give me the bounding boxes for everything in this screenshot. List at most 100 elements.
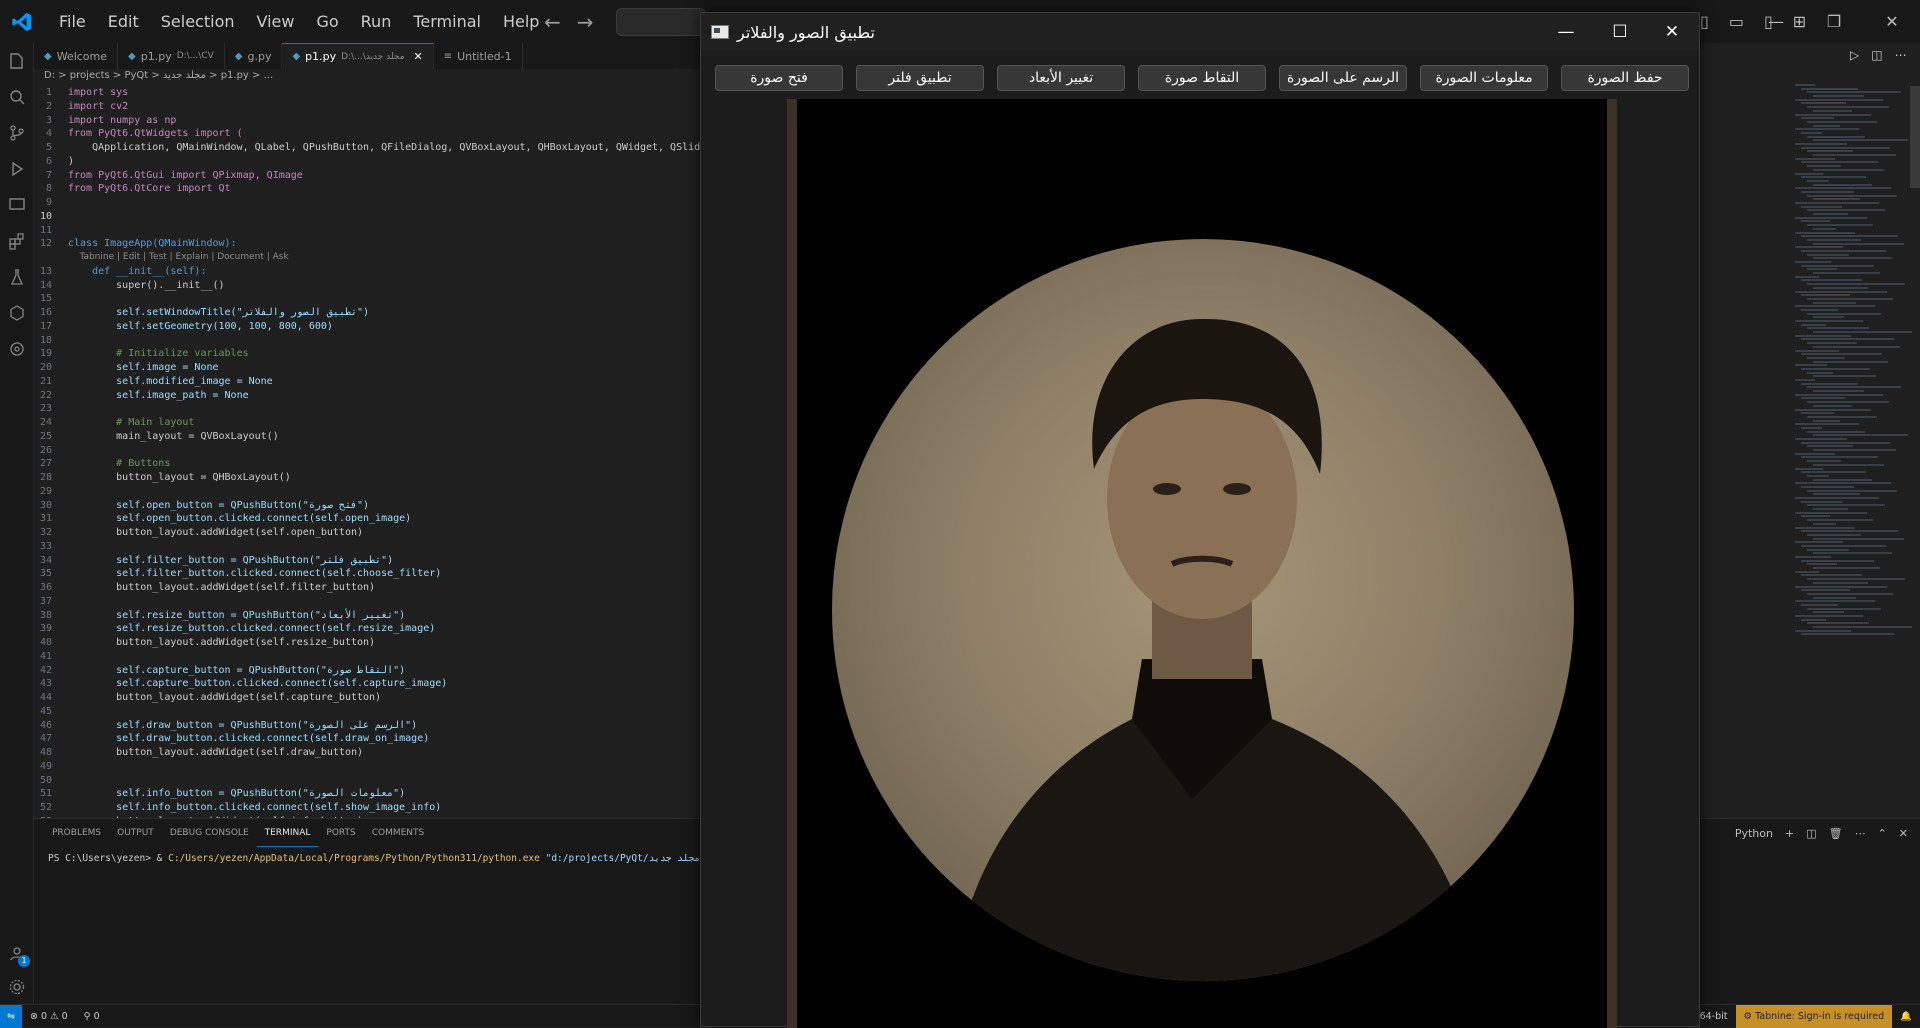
menu-run[interactable]: Run <box>350 0 403 43</box>
code-line[interactable]: 27 # Buttons <box>34 457 700 471</box>
code-line[interactable]: 25 main_layout = QVBoxLayout() <box>34 430 700 444</box>
tabnine-status[interactable]: ⚙ Tabnine: Sign-in is required <box>1735 1005 1893 1028</box>
split-terminal-icon[interactable]: ◫ <box>1806 827 1816 840</box>
code-line[interactable]: 22 self.image_path = None <box>34 389 700 403</box>
code-line[interactable]: Tabnine | Edit | Test | Explain | Docume… <box>34 251 700 265</box>
code-line[interactable]: 37 <box>34 595 700 609</box>
tab-p1-cv[interactable]: ◆ p1.py D:\...\CV <box>118 43 225 69</box>
code-line[interactable]: 47 self.draw_button.clicked.connect(self… <box>34 732 700 746</box>
code-line[interactable]: 39 self.resize_button.clicked.connect(se… <box>34 622 700 636</box>
run-python-icon[interactable]: ▷ <box>1850 48 1859 62</box>
code-line[interactable]: 45 <box>34 705 700 719</box>
notifications-bell-icon[interactable]: 🔔 <box>1892 1011 1920 1022</box>
apply-filter-button[interactable]: تطبيق فلتر <box>856 65 984 91</box>
panel-tab-comments[interactable]: COMMENTS <box>364 819 433 847</box>
editor-scrollbar[interactable] <box>1910 86 1920 188</box>
code-line[interactable]: 9 <box>34 196 700 210</box>
code-line[interactable]: 26 <box>34 444 700 458</box>
source-control-icon[interactable] <box>0 115 34 151</box>
draw-on-image-button[interactable]: الرسم على الصورة <box>1279 65 1407 91</box>
qt-maximize-icon[interactable]: ☐ <box>1591 13 1649 51</box>
search-icon[interactable] <box>0 79 34 115</box>
code-line[interactable]: 29 <box>34 485 700 499</box>
run-debug-icon[interactable] <box>0 151 34 187</box>
vscode-restore-icon[interactable]: ❐ <box>1808 0 1860 43</box>
vscode-close-icon[interactable]: ✕ <box>1866 0 1918 43</box>
code-line[interactable]: 38 self.resize_button = QPushButton("تغي… <box>34 609 700 623</box>
code-line[interactable]: 44 button_layout.addWidget(self.capture_… <box>34 691 700 705</box>
menu-selection[interactable]: Selection <box>150 0 246 43</box>
code-line[interactable]: 50 <box>34 774 700 788</box>
code-line[interactable]: 41 <box>34 650 700 664</box>
code-line[interactable]: 46 self.draw_button = QPushButton("الرسم… <box>34 719 700 733</box>
more-icon[interactable]: ⋯ <box>1855 827 1866 840</box>
code-line[interactable]: 3 import numpy as np <box>34 114 700 128</box>
tab-untitled[interactable]: ≡ Untitled-1 <box>434 43 523 69</box>
remote-indicator-icon[interactable]: ⇋ <box>0 1004 22 1028</box>
code-line[interactable]: 15 <box>34 292 700 306</box>
panel-tab-output[interactable]: OUTPUT <box>109 819 162 847</box>
code-line[interactable]: 14 super().__init__() <box>34 279 700 293</box>
explorer-icon[interactable] <box>0 43 34 79</box>
code-line[interactable]: 2 import cv2 <box>34 100 700 114</box>
code-line[interactable]: 8 from PyQt6.QtCore import Qt <box>34 182 700 196</box>
command-center-search[interactable] <box>616 8 706 36</box>
toggle-panel-icon[interactable]: ▭ <box>1729 12 1744 31</box>
code-line[interactable]: 12 class ImageApp(QMainWindow): <box>34 237 700 251</box>
code-line[interactable]: 30 self.open_button = QPushButton("فتح ص… <box>34 499 700 513</box>
breadcrumb[interactable]: D: > projects > PyQt > مجلد جديد > p1.py… <box>44 70 273 86</box>
code-line[interactable]: 51 self.info_button = QPushButton("معلوم… <box>34 787 700 801</box>
code-line[interactable]: 28 button_layout = QHBoxLayout() <box>34 471 700 485</box>
ai-assistant-icon[interactable] <box>0 331 34 367</box>
code-line[interactable]: 20 self.image = None <box>34 361 700 375</box>
code-line[interactable]: 33 <box>34 540 700 554</box>
close-panel-icon[interactable]: ✕ <box>1899 827 1908 840</box>
code-line[interactable]: 17 self.setGeometry(100, 100, 800, 600) <box>34 320 700 334</box>
code-line[interactable]: 7 from PyQt6.QtGui import QPixmap, QImage <box>34 169 700 183</box>
trash-icon[interactable]: 🗑 <box>1829 827 1843 840</box>
tab-g-py[interactable]: ◆ g.py <box>225 43 283 69</box>
remote-explorer-icon[interactable] <box>0 187 34 223</box>
toggle-primary-sidebar-icon[interactable]: ▯ <box>1700 12 1709 31</box>
code-line[interactable]: 1 import sys <box>34 86 700 100</box>
testing-icon[interactable] <box>0 259 34 295</box>
python-shell-label[interactable]: Python <box>1735 827 1773 840</box>
problems-status[interactable]: ⊗ 0 ⚠ 0 <box>22 1011 76 1022</box>
codelens-actions[interactable]: Tabnine | Edit | Test | Explain | Docume… <box>66 251 288 265</box>
code-line[interactable]: 24 # Main layout <box>34 416 700 430</box>
panel-tab-debug-console[interactable]: DEBUG CONSOLE <box>162 819 257 847</box>
menu-go[interactable]: Go <box>305 0 349 43</box>
panel-tab-ports[interactable]: PORTS <box>318 819 363 847</box>
code-line[interactable]: 35 self.filter_button.clicked.connect(se… <box>34 567 700 581</box>
menu-view[interactable]: View <box>246 0 306 43</box>
code-editor[interactable]: 1 import sys 2 import cv2 3 import numpy as n… <box>34 86 700 818</box>
panel-tab-terminal[interactable]: TERMINAL <box>256 819 319 847</box>
code-line[interactable]: 43 self.capture_button.clicked.connect(s… <box>34 677 700 691</box>
settings-gear-icon[interactable] <box>0 969 34 1005</box>
qt-minimize-icon[interactable]: — <box>1537 13 1595 51</box>
code-line[interactable]: 49 <box>34 760 700 774</box>
code-line[interactable]: 18 <box>34 334 700 348</box>
code-line[interactable]: 42 self.capture_button = QPushButton("ال… <box>34 664 700 678</box>
extensions-icon[interactable] <box>0 223 34 259</box>
code-line[interactable]: 31 self.open_button.clicked.connect(self… <box>34 512 700 526</box>
hexagon-extension-icon[interactable] <box>0 295 34 331</box>
code-line[interactable]: 19 # Initialize variables <box>34 347 700 361</box>
code-line[interactable]: 52 self.info_button.clicked.connect(self… <box>34 801 700 815</box>
back-arrow-icon[interactable]: ← <box>544 10 561 34</box>
capture-image-button[interactable]: التقاط صورة <box>1138 65 1266 91</box>
code-line[interactable]: 10 <box>34 210 700 224</box>
account-icon[interactable]: 1 <box>0 935 34 971</box>
vscode-minimize-icon[interactable]: — <box>1750 0 1802 43</box>
code-line[interactable]: 11 <box>34 224 700 238</box>
close-tab-icon[interactable]: ✕ <box>413 50 422 63</box>
forward-arrow-icon[interactable]: → <box>577 10 594 34</box>
code-line[interactable]: 16 self.setWindowTitle("تطبيق الصور والف… <box>34 306 700 320</box>
image-info-button[interactable]: معلومات الصورة <box>1420 65 1548 91</box>
code-line[interactable]: 48 button_layout.addWidget(self.draw_but… <box>34 746 700 760</box>
maximize-panel-icon[interactable]: ⌃ <box>1878 827 1887 840</box>
code-line[interactable]: 23 <box>34 402 700 416</box>
split-editor-icon[interactable]: ◫ <box>1871 48 1882 62</box>
menu-file[interactable]: File <box>48 0 97 43</box>
code-line[interactable]: 13 def __init__(self): <box>34 265 700 279</box>
